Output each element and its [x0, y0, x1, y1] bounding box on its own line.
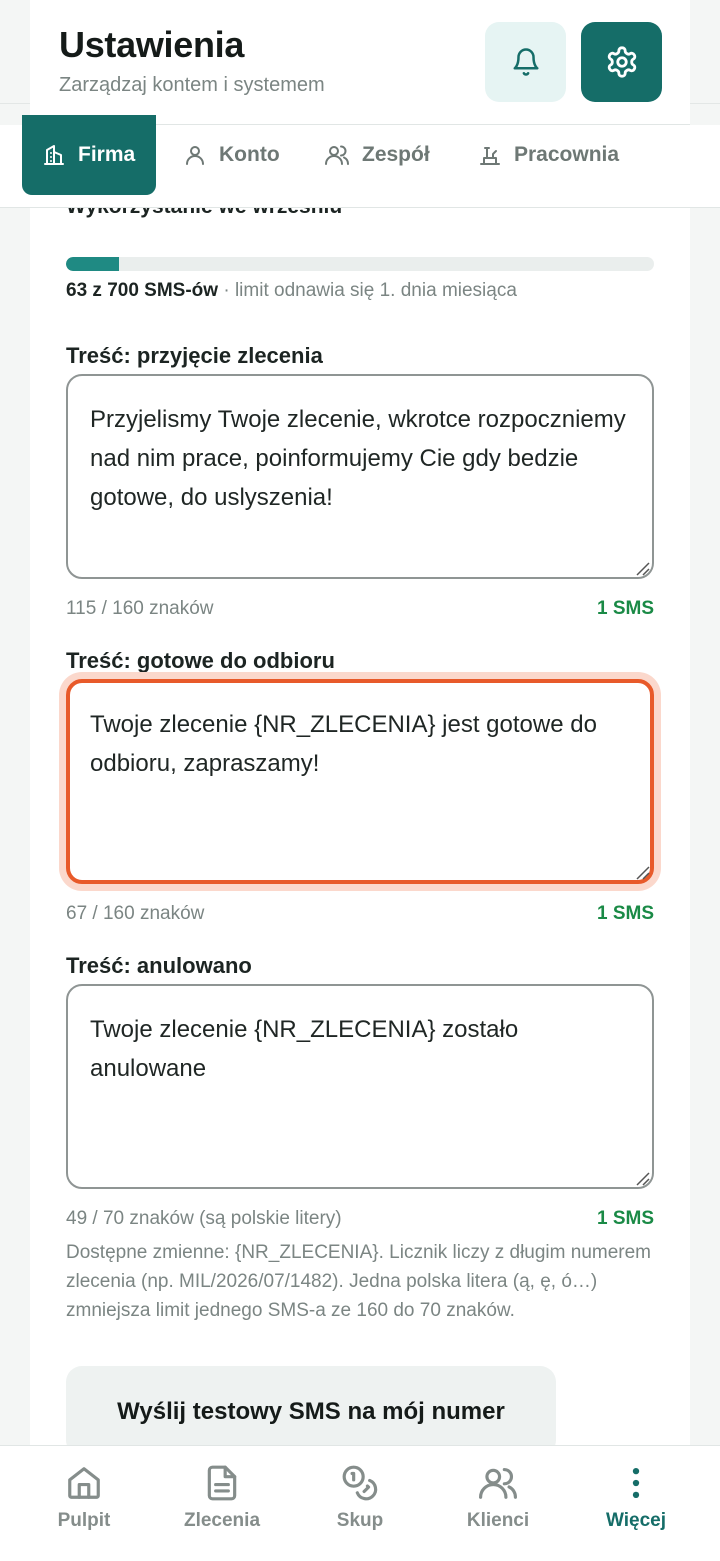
document-icon: [207, 1465, 237, 1501]
usage-count: 63 z 700 SMS-ów: [66, 280, 219, 301]
char-counter-accepted: 115 / 160 znaków: [66, 598, 214, 619]
gear-icon: [607, 46, 636, 78]
tab-konto[interactable]: Konto: [183, 125, 280, 185]
user-icon: [186, 146, 204, 165]
page-header: Ustawienia Zarządzaj kontem i systemem: [30, 0, 690, 125]
tab-label: Konto: [219, 143, 280, 166]
send-test-sms-button[interactable]: Wyślij testowy SMS na mój numer: [66, 1366, 556, 1445]
notifications-button[interactable]: [485, 22, 566, 102]
nav-label: Skup: [336, 1510, 384, 1531]
template-textarea-cancelled[interactable]: Twoje zlecenie {NR_ZLECENIA} zostało anu…: [66, 984, 654, 1189]
usage-renew-note: · limit odnawia się 1. dnia miesiąca: [218, 280, 517, 301]
tab-label: Firma: [78, 143, 136, 166]
nav-label: Więcej: [605, 1510, 667, 1531]
nav-item-skup[interactable]: Skup: [290, 1446, 430, 1561]
tab-label: Zespół: [362, 143, 430, 166]
sms-settings-panel: Wykorzystanie we wrześniu 63 z 700 SMS-ó…: [30, 208, 690, 1445]
usage-summary: 63 z 700 SMS-ów · limit odnawia się 1. d…: [66, 280, 517, 302]
tab-firma[interactable]: Firma: [22, 115, 156, 195]
users-icon: [325, 145, 349, 165]
nav-label: Pulpit: [57, 1510, 111, 1531]
home-icon: [68, 1467, 100, 1499]
sms-usage-progress: [66, 257, 654, 271]
users-icon: [479, 1467, 517, 1499]
workbench-icon: [480, 147, 500, 165]
template-textarea-accepted[interactable]: Przyjelismy Twoje zlecenie, wkrotce rozp…: [66, 374, 654, 579]
settings-button[interactable]: [581, 22, 662, 102]
template-label-cancelled: Treść: anulowano: [66, 953, 252, 978]
settings-tabs: Firma Konto Zespół Pracownia: [0, 115, 720, 208]
building-icon: [44, 145, 64, 165]
char-counter-ready: 67 / 160 znaków: [66, 903, 205, 924]
template-label-accepted: Treść: przyjęcie zlecenia: [66, 343, 323, 368]
bottom-navigation: Pulpit Zlecenia Skup Klienci Więcej: [0, 1445, 720, 1561]
tab-label: Pracownia: [514, 143, 620, 166]
nav-item-zlecenia[interactable]: Zlecenia: [152, 1446, 292, 1561]
nav-label: Klienci: [466, 1510, 530, 1531]
more-vertical-icon: [632, 1467, 640, 1499]
char-counter-cancelled: 49 / 70 znaków (są polskie litery): [66, 1208, 342, 1229]
nav-label: Zlecenia: [183, 1510, 261, 1531]
sms-usage-progress-fill: [66, 257, 119, 271]
nav-item-pulpit[interactable]: Pulpit: [14, 1446, 154, 1561]
bell-icon: [513, 48, 538, 76]
nav-item-klienci[interactable]: Klienci: [428, 1446, 568, 1561]
sms-count-cancelled: 1 SMS: [596, 1208, 654, 1229]
coins-icon: [342, 1465, 378, 1501]
template-label-ready: Treść: gotowe do odbioru: [66, 648, 335, 673]
nav-item-wiecej[interactable]: Więcej: [566, 1446, 706, 1561]
page-title: Ustawienia: [59, 24, 245, 65]
sms-count-ready: 1 SMS: [596, 903, 654, 924]
page-subtitle: Zarządzaj kontem i systemem: [59, 74, 325, 96]
variables-hint: Dostępne zmienne: {NR_ZLECENIA}. Licznik…: [66, 1242, 652, 1321]
tab-zespol[interactable]: Zespół: [324, 125, 430, 185]
template-textarea-ready[interactable]: Twoje zlecenie {NR_ZLECENIA} jest gotowe…: [66, 679, 654, 884]
sms-count-accepted: 1 SMS: [596, 598, 654, 619]
usage-heading: Wykorzystanie we wrześniu: [66, 208, 342, 219]
tab-pracownia[interactable]: Pracownia: [478, 125, 619, 185]
